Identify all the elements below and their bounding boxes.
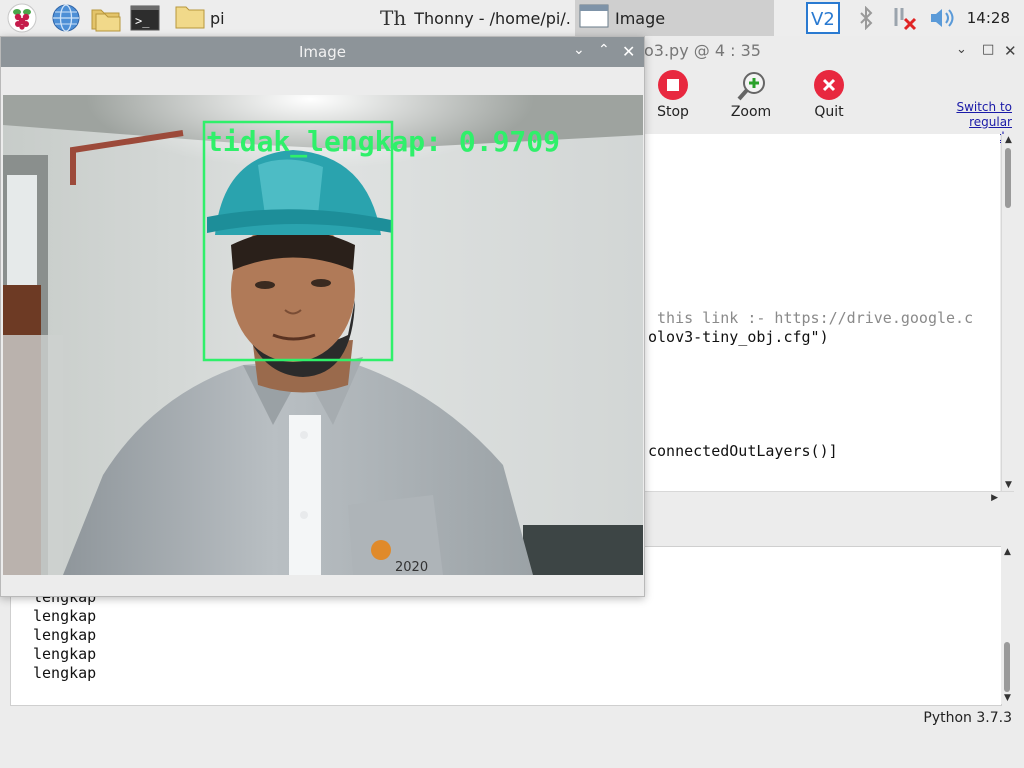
maximize-icon[interactable]: ⌃: [598, 42, 610, 58]
scroll-up-icon[interactable]: ▲: [1005, 135, 1012, 145]
bluetooth-icon[interactable]: [853, 0, 879, 36]
code-line: connectedOutLayers()]: [648, 442, 838, 460]
zoom-button[interactable]: Zoom: [721, 70, 781, 120]
close-icon[interactable]: ✕: [1004, 42, 1017, 60]
minimize-icon[interactable]: ⌄: [956, 42, 967, 57]
svg-text:V2: V2: [811, 9, 835, 30]
thonny-icon: Th: [380, 6, 407, 30]
taskbar: >_ pi Th Thonny - /home/pi/... Image V2: [0, 0, 1024, 37]
image-window-title-bar[interactable]: Image ⌄ ⌃ ✕: [1, 37, 644, 67]
editor-vertical-scrollbar[interactable]: ▲ ▼: [1001, 134, 1015, 491]
window-title: Image: [299, 43, 346, 61]
quit-icon: [814, 70, 844, 100]
svg-text:>_: >_: [135, 14, 150, 28]
clock[interactable]: 14:28: [967, 0, 1010, 36]
zoom-label: Zoom: [730, 104, 772, 120]
link-line: Switch to: [956, 100, 1012, 114]
python-version-status[interactable]: Python 3.7.3: [923, 710, 1012, 726]
folder-icon: [174, 2, 206, 34]
scroll-down-icon[interactable]: ▼: [1004, 693, 1011, 703]
image-window: Image ⌄ ⌃ ✕ 2020 tidak_lengkap: 0.9709: [0, 36, 645, 597]
scrollbar-thumb[interactable]: [1005, 148, 1011, 208]
zoom-icon: [736, 70, 766, 101]
shirt-logo-text: 2020: [395, 560, 428, 575]
scroll-right-icon[interactable]: ▶: [991, 493, 998, 503]
terminal-icon[interactable]: >_: [130, 3, 160, 33]
quit-label: Quit: [814, 104, 844, 120]
window-icon: [579, 3, 609, 33]
task-label: Thonny - /home/pi/...: [414, 8, 572, 28]
raspberry-menu-icon[interactable]: [7, 3, 37, 33]
scroll-up-icon[interactable]: ▲: [1004, 547, 1011, 557]
stop-icon: [658, 70, 688, 100]
task-image[interactable]: Image: [575, 0, 774, 36]
link-line: regular: [969, 115, 1012, 129]
task-thonny[interactable]: Th Thonny - /home/pi/...: [374, 0, 572, 36]
stop-button[interactable]: Stop: [643, 70, 703, 120]
file-manager-icon[interactable]: [89, 3, 123, 33]
shell-vertical-scrollbar[interactable]: ▲ ▼: [1001, 546, 1014, 704]
minimize-icon[interactable]: ⌄: [573, 42, 585, 58]
maximize-icon[interactable]: □: [982, 42, 994, 57]
task-pi-folder[interactable]: pi: [170, 0, 366, 36]
web-browser-icon[interactable]: [51, 3, 81, 33]
volume-icon[interactable]: [927, 0, 959, 36]
scroll-down-icon[interactable]: ▼: [1005, 480, 1012, 490]
shell-line: lengkap: [33, 607, 97, 625]
quit-button[interactable]: Quit: [799, 70, 859, 120]
task-label: pi: [210, 8, 225, 28]
code-line: olov3-tiny_obj.cfg"): [648, 328, 829, 346]
vnc-icon[interactable]: V2: [805, 0, 841, 36]
close-icon[interactable]: ✕: [622, 42, 635, 61]
camera-frame: 2020 tidak_lengkap: 0.9709: [3, 95, 643, 575]
detection-label: tidak_lengkap: 0.9709: [206, 125, 560, 158]
scrollbar-thumb[interactable]: [1004, 642, 1010, 692]
shell-line: lengkap: [33, 626, 97, 644]
network-disconnected-icon[interactable]: [889, 0, 919, 36]
editor-horizontal-scrollbar[interactable]: ▶: [644, 491, 1014, 505]
task-label: Image: [615, 8, 666, 28]
shell-line: lengkap: [33, 645, 97, 663]
shell-line: lengkap: [33, 664, 97, 682]
stop-label: Stop: [657, 104, 689, 120]
code-line: this link :- https://drive.google.c: [648, 309, 974, 327]
code-editor[interactable]: this link :- https://drive.google.c olov…: [644, 134, 1000, 491]
window-title: o3.py @ 4 : 35: [644, 41, 761, 60]
